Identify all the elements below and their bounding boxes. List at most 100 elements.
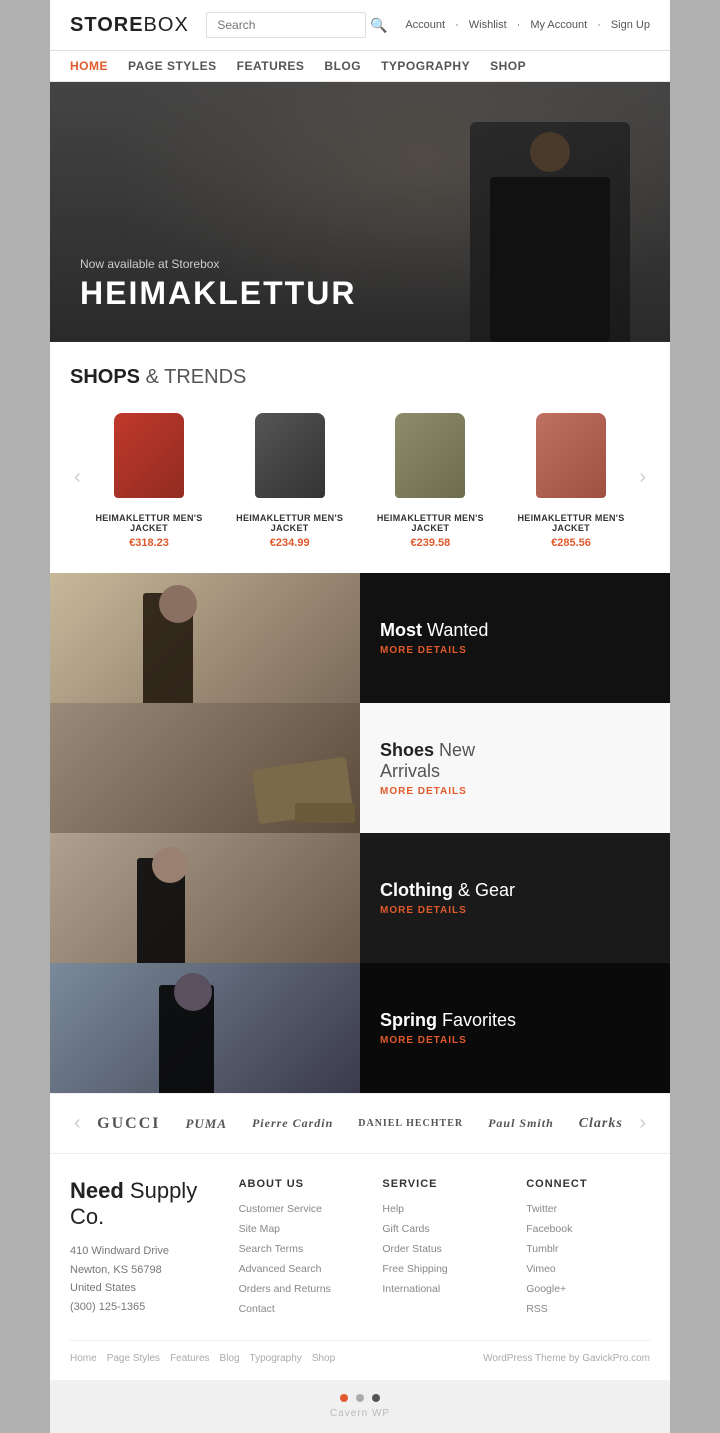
jacket-icon bbox=[114, 413, 184, 498]
featured-cell-shoes: Shoes NewArrivals MORE DETAILS bbox=[360, 703, 670, 833]
page-dots bbox=[50, 1380, 670, 1408]
featured-spring-title: Spring Favorites bbox=[380, 1010, 650, 1031]
brand-pierre-cardin: Pierre Cardin bbox=[252, 1116, 333, 1131]
footer-bottom-blog[interactable]: Blog bbox=[220, 1353, 240, 1364]
product-image bbox=[85, 405, 214, 505]
nav-item-typography[interactable]: TYPOGRAPHY bbox=[381, 59, 470, 73]
footer-link-twitter[interactable]: Twitter bbox=[526, 1200, 650, 1220]
footer-link-rss[interactable]: RSS bbox=[526, 1300, 650, 1320]
shops-trends-section: SHOPS & TRENDS ‹ HEIMAKLETTUR MEN'S JACK… bbox=[50, 342, 670, 573]
featured-clothing-title: Clothing & Gear bbox=[380, 880, 650, 901]
footer-link-advanced-search[interactable]: Advanced Search bbox=[239, 1260, 363, 1280]
product-card: HEIMAKLETTUR MEN'S JACKET €318.23 bbox=[85, 405, 214, 549]
dot-2 bbox=[356, 1394, 364, 1402]
footer: Need Supply Co. 410 Windward Drive Newto… bbox=[50, 1153, 670, 1380]
brands-prev[interactable]: ‹ bbox=[70, 1112, 85, 1135]
my-account-link[interactable]: My Account bbox=[530, 19, 587, 31]
nav-item-blog[interactable]: BLOG bbox=[324, 59, 361, 73]
clothing-link[interactable]: MORE DETAILS bbox=[380, 905, 650, 916]
product-name: HEIMAKLETTUR MEN'S JACKET bbox=[507, 513, 636, 533]
footer-bottom-typography[interactable]: Typography bbox=[250, 1353, 302, 1364]
product-image bbox=[507, 405, 636, 505]
nav-item-home[interactable]: HOME bbox=[70, 59, 108, 73]
footer-bottom-features[interactable]: Features bbox=[170, 1353, 209, 1364]
product-card: HEIMAKLETTUR MEN'S JACKET €285.56 bbox=[507, 405, 636, 549]
product-price: €318.23 bbox=[85, 537, 214, 549]
dot-1 bbox=[340, 1394, 348, 1402]
footer-bottom-home[interactable]: Home bbox=[70, 1353, 97, 1364]
nav-item-shop[interactable]: SHOP bbox=[490, 59, 526, 73]
footer-brand: Need Supply Co. 410 Windward Drive Newto… bbox=[70, 1178, 219, 1320]
logo: STOREBOX bbox=[70, 14, 189, 37]
product-price: €234.99 bbox=[225, 537, 354, 549]
footer-link-contact[interactable]: Contact bbox=[239, 1300, 363, 1320]
product-price: €239.58 bbox=[366, 537, 495, 549]
featured-cell-man bbox=[50, 963, 360, 1093]
featured-cell-most-wanted: Most Wanted MORE DETAILS bbox=[360, 573, 670, 703]
sign-up-link[interactable]: Sign Up bbox=[611, 19, 650, 31]
featured-cell-boot bbox=[50, 703, 360, 833]
featured-shoes-title: Shoes NewArrivals bbox=[380, 740, 650, 782]
featured-most-wanted-title: Most Wanted bbox=[380, 620, 650, 641]
shoes-link[interactable]: MORE DETAILS bbox=[380, 786, 650, 797]
footer-bottom-shop[interactable]: Shop bbox=[312, 1353, 335, 1364]
footer-link-facebook[interactable]: Facebook bbox=[526, 1220, 650, 1240]
account-link[interactable]: Account bbox=[405, 19, 445, 31]
footer-bottom-page-styles[interactable]: Page Styles bbox=[107, 1353, 160, 1364]
footer-link-site-map[interactable]: Site Map bbox=[239, 1220, 363, 1240]
jacket-icon bbox=[395, 413, 465, 498]
footer-link-customer-service[interactable]: Customer Service bbox=[239, 1200, 363, 1220]
product-card: HEIMAKLETTUR MEN'S JACKET €234.99 bbox=[225, 405, 354, 549]
spring-link[interactable]: MORE DETAILS bbox=[380, 1035, 650, 1046]
dot-3 bbox=[372, 1394, 380, 1402]
jacket-icon bbox=[536, 413, 606, 498]
footer-link-orders[interactable]: Orders and Returns bbox=[239, 1280, 363, 1300]
footer-brand-name: Need Supply Co. bbox=[70, 1178, 219, 1230]
featured-cell-clothing: Clothing & Gear MORE DETAILS bbox=[360, 833, 670, 963]
footer-link-free-shipping[interactable]: Free Shipping bbox=[382, 1260, 506, 1280]
product-image bbox=[225, 405, 354, 505]
footer-bottom: Home Page Styles Features Blog Typograph… bbox=[70, 1340, 650, 1364]
footer-service: SERVICE Help Gift Cards Order Status Fre… bbox=[382, 1178, 506, 1320]
footer-connect: CONNECT Twitter Facebook Tumblr Vimeo Go… bbox=[526, 1178, 650, 1320]
carousel-next[interactable]: › bbox=[635, 466, 650, 489]
shops-trends-title: SHOPS & TRENDS bbox=[70, 366, 650, 389]
footer-link-gift-cards[interactable]: Gift Cards bbox=[382, 1220, 506, 1240]
footer-link-help[interactable]: Help bbox=[382, 1200, 506, 1220]
nav-item-features[interactable]: FEATURES bbox=[237, 59, 305, 73]
footer-link-international[interactable]: International bbox=[382, 1280, 506, 1300]
footer-link-order-status[interactable]: Order Status bbox=[382, 1240, 506, 1260]
search-input[interactable] bbox=[206, 12, 366, 38]
product-name: HEIMAKLETTUR MEN'S JACKET bbox=[225, 513, 354, 533]
nav-item-page-styles[interactable]: PAGE STYLES bbox=[128, 59, 217, 73]
search-button[interactable]: 🔍 bbox=[370, 17, 387, 34]
footer-link-tumblr[interactable]: Tumblr bbox=[526, 1240, 650, 1260]
featured-cell-photo-woman bbox=[50, 573, 360, 703]
product-price: €285.56 bbox=[507, 537, 636, 549]
featured-cell-woman2 bbox=[50, 833, 360, 963]
header-right: Account · Wishlist · My Account · Sign U… bbox=[405, 19, 650, 31]
carousel-prev[interactable]: ‹ bbox=[70, 466, 85, 489]
product-card: HEIMAKLETTUR MEN'S JACKET €239.58 bbox=[366, 405, 495, 549]
footer-link-vimeo[interactable]: Vimeo bbox=[526, 1260, 650, 1280]
featured-cell-spring: Spring Favorites MORE DETAILS bbox=[360, 963, 670, 1093]
most-wanted-link[interactable]: MORE DETAILS bbox=[380, 645, 650, 656]
featured-section: Most Wanted MORE DETAILS Shoes NewArriva… bbox=[50, 573, 670, 1093]
products-carousel: ‹ HEIMAKLETTUR MEN'S JACKET €318.23 HEIM… bbox=[70, 405, 650, 549]
footer-credit: WordPress Theme by GavickPro.com bbox=[483, 1353, 650, 1364]
hero-text: Now available at Storebox HEIMAKLETTUR bbox=[80, 257, 356, 312]
footer-about-us: ABOUT US Customer Service Site Map Searc… bbox=[239, 1178, 363, 1320]
footer-link-search-terms[interactable]: Search Terms bbox=[239, 1240, 363, 1260]
product-name: HEIMAKLETTUR MEN'S JACKET bbox=[85, 513, 214, 533]
footer-link-googleplus[interactable]: Google+ bbox=[526, 1280, 650, 1300]
brand-daniel-hechter: DANIEL HECHTER bbox=[358, 1118, 463, 1129]
hero-subtitle: Now available at Storebox bbox=[80, 257, 356, 271]
wishlist-link[interactable]: Wishlist bbox=[469, 19, 507, 31]
search-wrap: 🔍 bbox=[206, 12, 387, 38]
brands-next[interactable]: › bbox=[635, 1112, 650, 1135]
brand-gucci: GUCCI bbox=[97, 1115, 160, 1133]
brands-section: ‹ GUCCI PUMA Pierre Cardin DANIEL HECHTE… bbox=[50, 1093, 670, 1153]
footer-connect-title: CONNECT bbox=[526, 1178, 650, 1190]
hero-banner: Now available at Storebox HEIMAKLETTUR bbox=[50, 82, 670, 342]
brands-list: GUCCI PUMA Pierre Cardin DANIEL HECHTER … bbox=[85, 1115, 636, 1133]
